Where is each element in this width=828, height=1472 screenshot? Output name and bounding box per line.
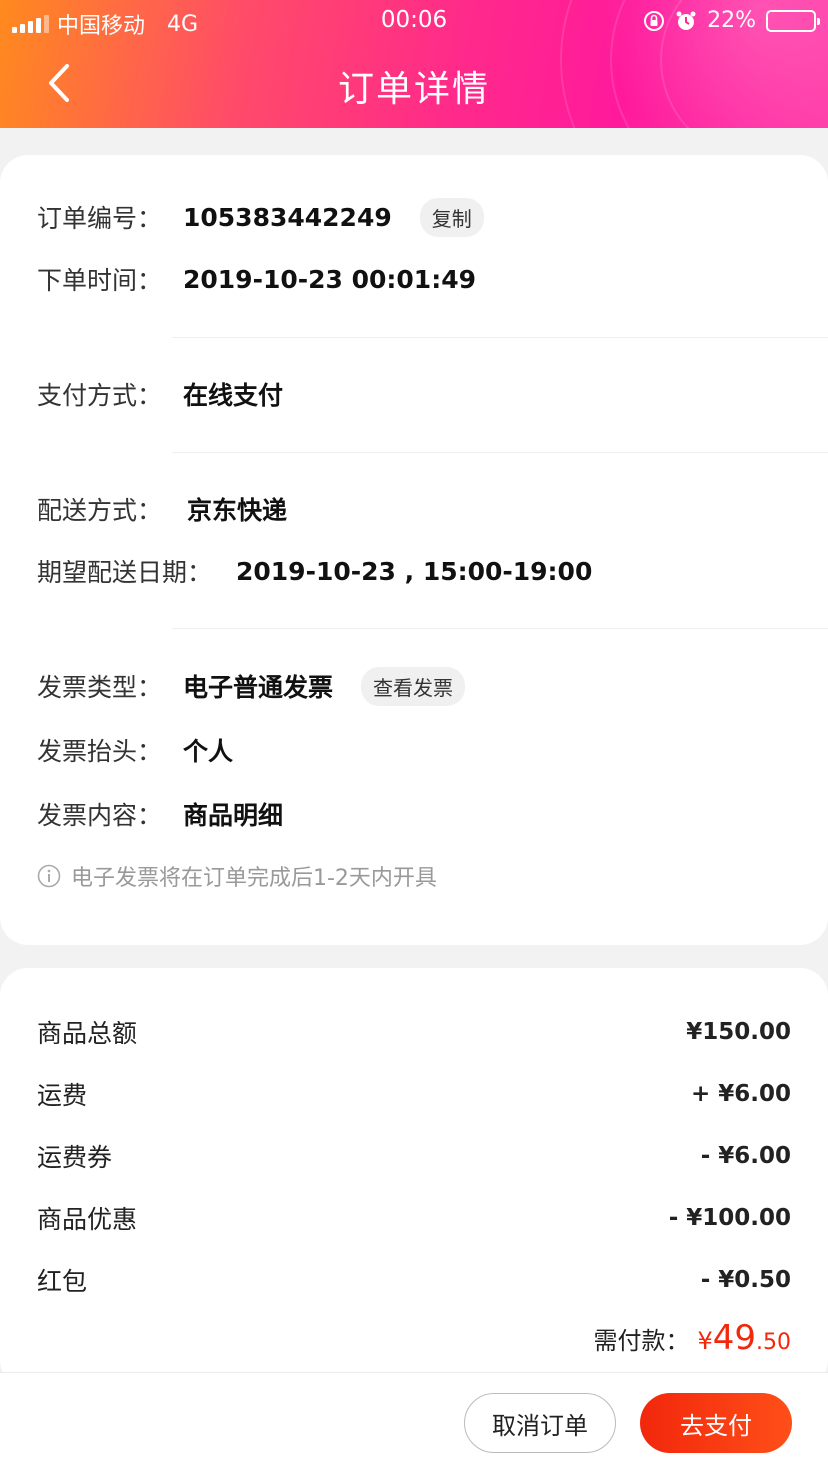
invoice-type-label: 发票类型： bbox=[37, 673, 163, 702]
bottom-action-bar: 取消订单 去支付 bbox=[0, 1372, 828, 1472]
invoice-title-label: 发票抬头： bbox=[37, 737, 163, 766]
order-number-label: 订单编号： bbox=[37, 204, 163, 233]
amount-value: ¥150.00 bbox=[686, 1019, 791, 1045]
amount-row-discount: 商品优惠 - ¥100.00 bbox=[37, 1198, 791, 1238]
battery-icon bbox=[766, 9, 820, 32]
rotation-lock-icon bbox=[644, 10, 665, 31]
amount-row-red-packet: 红包 - ¥0.50 bbox=[37, 1260, 791, 1300]
amount-row-shipping: 运费 + ¥6.00 bbox=[37, 1074, 791, 1114]
amount-label: 运费券 bbox=[37, 1143, 113, 1172]
amount-value: - ¥100.00 bbox=[668, 1205, 791, 1231]
delivery-row: 配送方式： 京东快递 bbox=[37, 489, 287, 529]
order-time-label: 下单时间： bbox=[37, 266, 163, 295]
amount-label: 运费 bbox=[37, 1081, 88, 1110]
order-time-value: 2019-10-23 00:01:49 bbox=[183, 264, 476, 294]
amount-label: 商品优惠 bbox=[37, 1205, 138, 1234]
delivery-label: 配送方式： bbox=[37, 496, 163, 525]
invoice-note: 电子发票将在订单完成后1-2天内开具 bbox=[37, 860, 437, 892]
amount-row-goods-total: 商品总额 ¥150.00 bbox=[37, 1012, 791, 1052]
payment-value: 在线支付 bbox=[183, 381, 284, 410]
alarm-icon bbox=[676, 11, 696, 30]
divider bbox=[172, 628, 828, 629]
battery-percent: 22% bbox=[707, 8, 756, 33]
amount-label: 商品总额 bbox=[37, 1019, 138, 1048]
order-time-row: 下单时间： 2019-10-23 00:01:49 bbox=[37, 259, 476, 299]
invoice-note-text: 电子发票将在订单完成后1-2天内开具 bbox=[71, 866, 437, 891]
order-number-row: 订单编号： 105383442249 复制 bbox=[37, 197, 484, 237]
divider bbox=[172, 452, 828, 453]
amount-value: - ¥0.50 bbox=[700, 1267, 791, 1293]
expected-date-value: 2019-10-23 , 15:00-19:00 bbox=[236, 556, 593, 586]
invoice-type-row: 发票类型： 电子普通发票 查看发票 bbox=[37, 666, 466, 706]
page-title: 订单详情 bbox=[337, 69, 490, 110]
header: 中国移动 4G 00:06 22% 订单详情 bbox=[0, 0, 828, 128]
expected-date-label: 期望配送日期： bbox=[37, 558, 213, 587]
payment-label: 支付方式： bbox=[37, 381, 163, 410]
view-invoice-button[interactable]: 查看发票 bbox=[361, 666, 466, 706]
info-icon bbox=[37, 864, 61, 888]
order-number-value: 105383442249 bbox=[183, 202, 392, 232]
invoice-content-label: 发票内容： bbox=[37, 801, 163, 830]
amount-due: 需付款： ¥ 49 .50 bbox=[593, 1318, 791, 1358]
invoice-title-row: 发票抬头： 个人 bbox=[37, 730, 233, 770]
amount-label: 红包 bbox=[37, 1267, 88, 1296]
invoice-content-value: 商品明细 bbox=[183, 801, 284, 830]
invoice-title-value: 个人 bbox=[183, 737, 234, 766]
divider bbox=[172, 337, 828, 338]
amount-row-shipping-coupon: 运费券 - ¥6.00 bbox=[37, 1136, 791, 1176]
expected-date-row: 期望配送日期： 2019-10-23 , 15:00-19:00 bbox=[37, 551, 592, 591]
amount-due-currency: ¥ bbox=[697, 1327, 713, 1355]
amount-value: + ¥6.00 bbox=[690, 1081, 791, 1107]
amount-due-decimal: .50 bbox=[756, 1330, 791, 1355]
delivery-value: 京东快递 bbox=[187, 496, 288, 525]
amount-due-integer: 49 bbox=[712, 1318, 756, 1358]
payment-row: 支付方式： 在线支付 bbox=[37, 374, 283, 414]
copy-button[interactable]: 复制 bbox=[419, 197, 484, 237]
order-info-card: 订单编号： 105383442249 复制 下单时间： 2019-10-23 0… bbox=[0, 155, 828, 945]
invoice-type-value: 电子普通发票 bbox=[183, 673, 334, 702]
status-bar: 中国移动 4G 00:06 22% bbox=[0, 0, 828, 42]
amount-due-label: 需付款： bbox=[593, 1327, 690, 1355]
amount-value: - ¥6.00 bbox=[700, 1143, 791, 1169]
cancel-order-button[interactable]: 取消订单 bbox=[464, 1393, 616, 1453]
invoice-content-row: 发票内容： 商品明细 bbox=[37, 794, 283, 834]
pay-button[interactable]: 去支付 bbox=[640, 1393, 792, 1453]
